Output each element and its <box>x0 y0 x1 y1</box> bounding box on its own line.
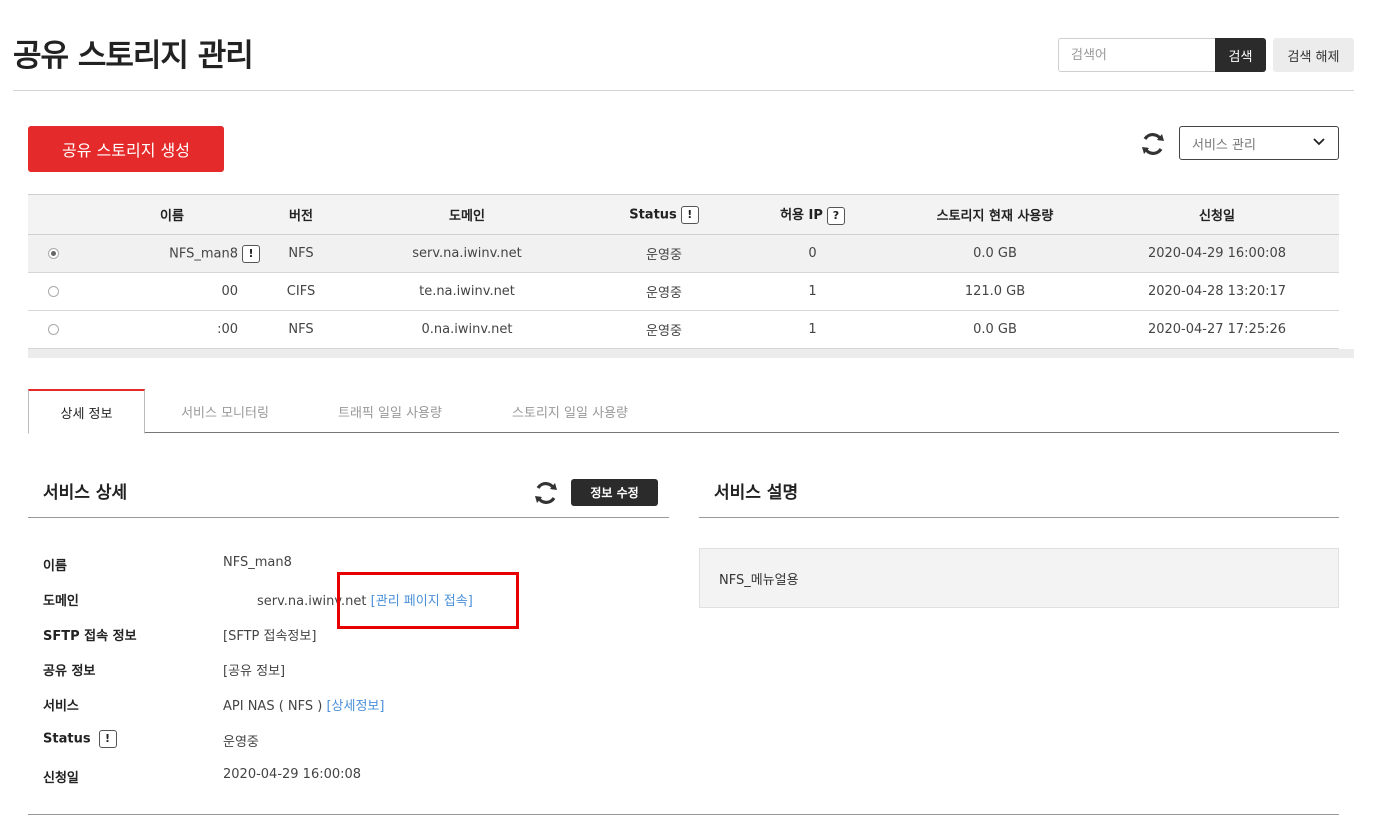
service-description-box: NFS_메뉴얼용 <box>699 548 1339 608</box>
row-domain: 0.na.iwinv.net <box>336 310 598 349</box>
chevron-down-icon <box>1312 136 1326 151</box>
service-description-divider <box>699 517 1339 518</box>
page-title: 공유 스토리지 관리 <box>13 38 254 74</box>
row-name: NFS_man8 <box>169 246 238 261</box>
row-date: 2020-04-29 16:00:08 <box>1095 234 1339 273</box>
table-row[interactable]: NFS_man8! NFS serv.na.iwinv.net 운영중 0 0.… <box>28 234 1339 273</box>
row-usage: 0.0 GB <box>895 234 1095 273</box>
detail-service-value: API NAS ( NFS ) <box>223 699 323 714</box>
row-allowed-ip-link[interactable]: 0 <box>730 234 895 273</box>
detail-name-label: 이름 <box>43 559 67 574</box>
edit-info-button[interactable]: 정보 수정 <box>571 479 658 506</box>
detail-status-value: 운영중 <box>223 735 259 750</box>
detail-name-value: NFS_man8 <box>223 555 292 570</box>
service-detail-title: 서비스 상세 <box>43 483 128 503</box>
sftp-info-link[interactable]: [SFTP 접속정보] <box>223 625 316 644</box>
detail-service-row: API NAS ( NFS ) [상세정보] <box>223 695 384 714</box>
detail-sftp-label: SFTP 접속 정보 <box>43 629 137 644</box>
service-description-title: 서비스 설명 <box>714 483 799 503</box>
clear-search-button[interactable]: 검색 해제 <box>1273 38 1354 72</box>
row-name: 00 <box>78 272 266 311</box>
detail-status-label: Status <box>43 731 91 747</box>
header-name: 이름 <box>78 194 266 235</box>
title-divider <box>13 90 1354 91</box>
table-row[interactable]: :00 NFS 0.na.iwinv.net 운영중 1 0.0 GB 2020… <box>28 310 1339 349</box>
service-detail-link[interactable]: [상세정보] <box>326 699 384 714</box>
row-usage: 0.0 GB <box>895 310 1095 349</box>
detail-domain-label: 도메인 <box>43 594 79 609</box>
header-allowed-ip: 허용 IP? <box>730 194 895 235</box>
table-scrollbar[interactable] <box>28 349 1354 358</box>
row-version: CIFS <box>266 272 336 311</box>
ip-help-icon[interactable]: ? <box>826 206 845 225</box>
service-detail-divider <box>28 517 669 518</box>
row-radio[interactable] <box>47 324 59 335</box>
header-status-label: Status <box>629 207 677 222</box>
table-header-row: 이름 버전 도메인 Status! 허용 IP? 스토리지 현재 사용량 신청일 <box>28 194 1339 235</box>
header-status: Status! <box>598 194 730 235</box>
row-domain: serv.na.iwinv.net <box>336 234 598 273</box>
bottom-divider <box>28 814 1339 815</box>
row-allowed-ip-link[interactable]: 1 <box>730 272 895 311</box>
refresh-icon[interactable] <box>533 480 559 506</box>
refresh-icon[interactable] <box>1140 131 1166 157</box>
row-date: 2020-04-27 17:25:26 <box>1095 310 1339 349</box>
header-usage: 스토리지 현재 사용량 <box>895 194 1095 235</box>
detail-date-value: 2020-04-29 16:00:08 <box>223 767 362 782</box>
detail-service-label: 서비스 <box>43 699 79 714</box>
row-allowed-ip-link[interactable]: 1 <box>730 310 895 349</box>
row-radio[interactable] <box>47 286 59 297</box>
tab-service-monitoring[interactable]: 서비스 모니터링 <box>145 389 305 433</box>
row-status: 운영중 <box>598 272 730 311</box>
create-storage-button[interactable]: 공유 스토리지 생성 <box>28 126 224 172</box>
row-version: NFS <box>266 310 336 349</box>
status-info-icon[interactable]: ! <box>680 205 699 224</box>
header-ip-label: 허용 IP <box>780 208 823 224</box>
row-date: 2020-04-28 13:20:17 <box>1095 272 1339 311</box>
row-usage: 121.0 GB <box>895 272 1095 311</box>
row-name: :00 <box>78 310 266 349</box>
search-input[interactable] <box>1058 38 1216 72</box>
header-date: 신청일 <box>1095 194 1339 235</box>
highlight-box <box>337 572 519 629</box>
tab-detail-info[interactable]: 상세 정보 <box>28 389 145 434</box>
row-status: 운영중 <box>598 234 730 273</box>
detail-share-label: 공유 정보 <box>43 664 96 679</box>
service-select-value: 서비스 관리 <box>1192 137 1256 153</box>
row-radio[interactable] <box>47 248 59 259</box>
tab-storage-daily[interactable]: 스토리지 일일 사용량 <box>475 389 665 433</box>
row-domain: te.na.iwinv.net <box>336 272 598 311</box>
header-version: 버전 <box>266 194 336 235</box>
detail-tabs: 상세 정보 서비스 모니터링 트래픽 일일 사용량 스토리지 일일 사용량 <box>28 389 1339 434</box>
search-button[interactable]: 검색 <box>1215 38 1266 72</box>
header-select <box>28 194 78 235</box>
storage-table: 이름 버전 도메인 Status! 허용 IP? 스토리지 현재 사용량 신청일… <box>28 194 1339 349</box>
row-version: NFS <box>266 234 336 273</box>
detail-date-label: 신청일 <box>43 771 79 786</box>
share-info-link[interactable]: [공유 정보] <box>223 660 285 679</box>
detail-status-label-wrap: Status! <box>43 730 117 748</box>
status-info-icon[interactable]: ! <box>98 730 117 748</box>
service-description-text: NFS_메뉴얼용 <box>719 572 799 588</box>
tab-traffic-daily[interactable]: 트래픽 일일 사용량 <box>305 389 475 433</box>
service-manage-select[interactable]: 서비스 관리 <box>1179 126 1339 160</box>
row-info-icon[interactable]: ! <box>242 244 260 263</box>
row-status: 운영중 <box>598 310 730 349</box>
table-row[interactable]: 00 CIFS te.na.iwinv.net 운영중 1 121.0 GB 2… <box>28 272 1339 311</box>
header-domain: 도메인 <box>336 194 598 235</box>
